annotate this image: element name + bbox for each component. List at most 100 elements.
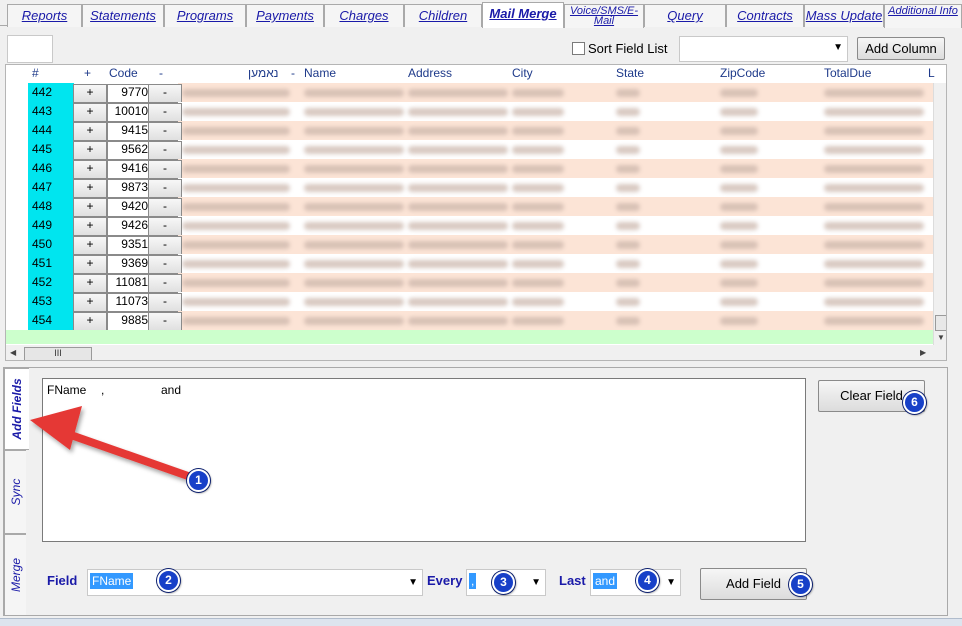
column-select[interactable]: ▼	[679, 36, 848, 62]
tab-additional-info[interactable]: Additional Info	[884, 4, 962, 28]
table-row[interactable]	[178, 121, 933, 140]
col-header-plus[interactable]: +	[84, 65, 91, 83]
table-row[interactable]	[178, 102, 933, 121]
row-code-cell[interactable]: 9770	[107, 84, 152, 103]
tab-children[interactable]: Children	[404, 4, 482, 27]
row-code-cell[interactable]: 9416	[107, 160, 152, 179]
table-row[interactable]	[178, 197, 933, 216]
row-collapse-button[interactable]: -	[148, 217, 182, 236]
row-collapse-button[interactable]: -	[148, 255, 182, 274]
tab-reports[interactable]: Reports	[7, 4, 82, 27]
col-header-num[interactable]: #	[32, 65, 39, 83]
field-select[interactable]: FName ▼	[87, 569, 423, 596]
tab-mass-update[interactable]: Mass Update	[804, 4, 884, 27]
vertical-scrollbar[interactable]	[933, 83, 946, 348]
scroll-down-icon[interactable]: ▼	[937, 333, 945, 342]
row-collapse-button[interactable]: -	[148, 103, 182, 122]
row-expand-button[interactable]: +	[73, 312, 107, 331]
row-expand-button[interactable]: +	[73, 293, 107, 312]
tab-voice-sms-email[interactable]: Voice/SMS/E-Mail	[564, 4, 644, 28]
table-row[interactable]	[178, 83, 933, 102]
tab-statements[interactable]: Statements	[82, 4, 164, 27]
table-row[interactable]	[178, 311, 933, 330]
row-code-cell[interactable]: 10010	[107, 103, 152, 122]
table-row[interactable]	[178, 235, 933, 254]
col-header-code[interactable]: Code	[109, 65, 138, 83]
redacted-cell	[408, 184, 508, 192]
row-expand-button[interactable]: +	[73, 198, 107, 217]
step-badge-2: 2	[157, 569, 180, 592]
row-number: 453	[32, 294, 53, 308]
tab-charges[interactable]: Charges	[324, 4, 404, 27]
sort-field-list-checkbox[interactable]	[572, 42, 585, 55]
tab-payments[interactable]: Payments	[246, 4, 324, 27]
scroll-left-icon[interactable]: ◀	[10, 348, 16, 357]
tab-mail-merge[interactable]: Mail Merge	[482, 2, 564, 28]
row-code-cell[interactable]: 9426	[107, 217, 152, 236]
row-code-cell[interactable]: 9415	[107, 122, 152, 141]
vertical-scroll-thumb[interactable]	[935, 315, 946, 331]
row-collapse-button[interactable]: -	[148, 122, 182, 141]
table-row[interactable]	[178, 273, 933, 292]
row-collapse-button[interactable]: -	[148, 84, 182, 103]
row-expand-button[interactable]: +	[73, 141, 107, 160]
step-badge-4: 4	[636, 569, 659, 592]
field-token: FName	[47, 383, 87, 397]
tab-programs[interactable]: Programs	[164, 4, 246, 27]
scroll-right-icon[interactable]: ▶	[920, 348, 926, 357]
redacted-cell	[616, 260, 640, 268]
row-expand-button[interactable]: +	[73, 217, 107, 236]
row-code-cell[interactable]: 9420	[107, 198, 152, 217]
col-header-state[interactable]: State	[616, 65, 644, 83]
row-collapse-button[interactable]: -	[148, 198, 182, 217]
horizontal-scroll-thumb[interactable]: III	[24, 347, 92, 360]
row-expand-button[interactable]: +	[73, 236, 107, 255]
table-row[interactable]	[178, 254, 933, 273]
add-column-button[interactable]: Add Column	[857, 37, 945, 60]
filter-box[interactable]	[7, 35, 53, 63]
row-collapse-button[interactable]: -	[148, 160, 182, 179]
table-row[interactable]	[178, 216, 933, 235]
tab-query[interactable]: Query	[644, 4, 726, 27]
redacted-cell	[304, 260, 404, 268]
side-tab-add-fields[interactable]: Add Fields	[4, 368, 29, 450]
row-code-cell[interactable]: 9873	[107, 179, 152, 198]
row-expand-button[interactable]: +	[73, 84, 107, 103]
col-header-hebrew-name[interactable]: נאמען	[248, 65, 278, 83]
row-collapse-button[interactable]: -	[148, 312, 182, 331]
col-header-totaldue[interactable]: TotalDue	[824, 65, 871, 83]
row-expand-button[interactable]: +	[73, 274, 107, 293]
row-collapse-button[interactable]: -	[148, 179, 182, 198]
col-header-minus-2[interactable]: -	[291, 65, 295, 83]
col-header-address[interactable]: Address	[408, 65, 452, 83]
merge-fields-textarea[interactable]: FName , and	[42, 378, 806, 542]
row-code-cell[interactable]: 11081	[107, 274, 152, 293]
side-tab-sync[interactable]: Sync	[4, 450, 26, 534]
side-tab-merge[interactable]: Merge	[4, 534, 26, 616]
row-expand-button[interactable]: +	[73, 103, 107, 122]
col-header-minus[interactable]: -	[159, 65, 163, 83]
table-row[interactable]	[178, 292, 933, 311]
row-expand-button[interactable]: +	[73, 122, 107, 141]
row-code-cell[interactable]: 9885	[107, 312, 152, 331]
row-expand-button[interactable]: +	[73, 160, 107, 179]
row-code-cell[interactable]: 9562	[107, 141, 152, 160]
col-header-more[interactable]: L	[928, 65, 935, 83]
row-collapse-button[interactable]: -	[148, 274, 182, 293]
row-expand-button[interactable]: +	[73, 255, 107, 274]
col-header-name[interactable]: Name	[304, 65, 336, 83]
table-row[interactable]	[178, 178, 933, 197]
row-expand-button[interactable]: +	[73, 179, 107, 198]
row-code-cell[interactable]: 11073	[107, 293, 152, 312]
table-row[interactable]	[178, 159, 933, 178]
table-row[interactable]	[178, 140, 933, 159]
row-code-cell[interactable]: 9351	[107, 236, 152, 255]
row-collapse-button[interactable]: -	[148, 141, 182, 160]
tab-contracts[interactable]: Contracts	[726, 4, 804, 27]
row-collapse-button[interactable]: -	[148, 236, 182, 255]
col-header-city[interactable]: City	[512, 65, 533, 83]
horizontal-scrollbar[interactable]	[6, 345, 946, 360]
row-code-cell[interactable]: 9369	[107, 255, 152, 274]
col-header-zipcode[interactable]: ZipCode	[720, 65, 765, 83]
row-collapse-button[interactable]: -	[148, 293, 182, 312]
